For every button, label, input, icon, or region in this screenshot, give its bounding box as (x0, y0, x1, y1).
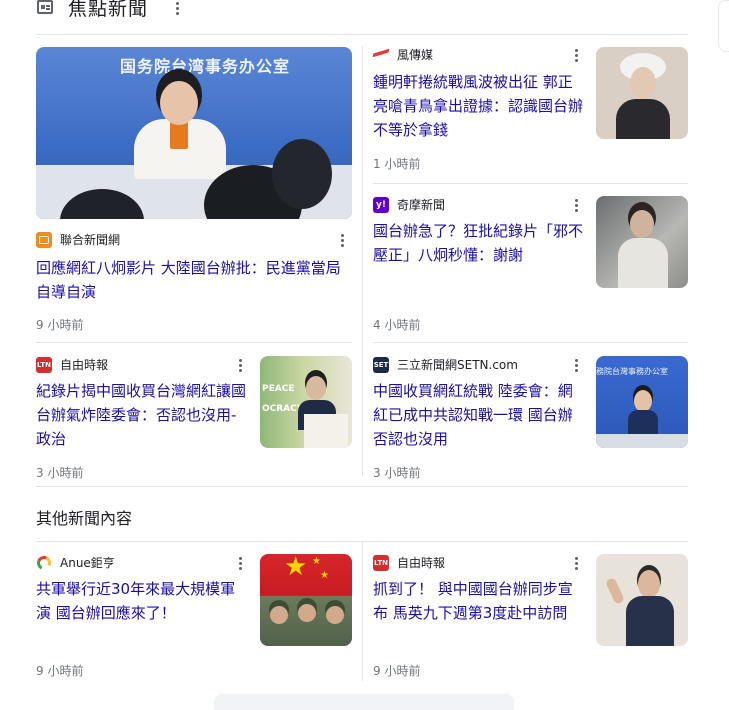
source-name: 風傳媒 (397, 48, 434, 62)
image-text: 務院台灣事務办公室 (596, 367, 668, 376)
story-menu-icon[interactable] (232, 555, 248, 571)
section-title: 焦點新聞 (68, 0, 149, 20)
story-menu-icon[interactable] (568, 47, 584, 63)
story-source: LTN 自由時報 (373, 554, 445, 571)
story-headline[interactable]: 國台辦急了？狂批紀錄片「邪不壓正」八炯秒懂：謝謝 (373, 219, 585, 267)
story-headline[interactable]: 中國收買網紅統戰 陸委會：網紅已成中共認知戰一環 國台辦否認也沒用 (373, 379, 587, 451)
story-menu-icon[interactable] (334, 232, 350, 248)
story-time: 9 小時前 (373, 664, 421, 678)
ltn-logo-icon: LTN (373, 554, 389, 571)
story-headline[interactable]: 抓到了！ 與中國國台辦同步宣布 馬英九下週第3度赴中訪問 (373, 577, 587, 625)
story-time: 3 小時前 (373, 466, 421, 480)
story-thumbnail[interactable] (596, 196, 688, 288)
soldier-head (298, 604, 316, 622)
divider (362, 541, 363, 681)
speaker-body (626, 596, 674, 646)
star-icon: ★ (284, 554, 308, 582)
story-time: 9 小時前 (36, 664, 84, 678)
section-menu-icon[interactable] (169, 0, 185, 16)
podium (596, 434, 688, 448)
story-source: SET 三立新聞網SETN.com (373, 356, 518, 373)
audience-head (272, 139, 332, 209)
story-thumbnail[interactable] (596, 554, 688, 646)
story-time: 3 小時前 (36, 466, 84, 480)
yahoo-logo-icon: y! (373, 196, 389, 213)
star-icon: ★ (320, 570, 329, 581)
person-head (630, 67, 656, 99)
udn-logo-icon (36, 231, 52, 248)
story-thumbnail[interactable]: ★ ★ ★ (260, 554, 352, 646)
divider (362, 46, 363, 476)
story-source: 風傳媒 (372, 46, 434, 63)
divider (373, 342, 688, 343)
star-icon: ★ (312, 556, 321, 567)
speaker-head (634, 390, 652, 412)
source-name: 自由時報 (397, 556, 446, 570)
story-menu-icon[interactable] (568, 357, 584, 373)
speaker-head (160, 81, 198, 125)
anue-logo-icon (35, 553, 53, 572)
story-headline[interactable]: 紀錄片揭中國收買台灣網紅讓國台辦氣炸陸委會：否認也沒用- 政治 (36, 379, 250, 451)
person-body (616, 99, 670, 139)
story-source: Anue鉅亨 (35, 553, 115, 572)
speaker-head (306, 376, 326, 400)
podium (304, 414, 348, 448)
more-news-title: 其他新聞內容 (36, 509, 133, 528)
image-text: PEACE (262, 384, 295, 394)
story-thumbnail[interactable] (596, 47, 688, 139)
story-source: 聯合新聞網 (36, 231, 120, 248)
scroll-hint (214, 694, 514, 710)
story-time: 1 小時前 (373, 157, 421, 171)
story-source: y! 奇摩新聞 (373, 196, 445, 213)
divider (36, 486, 688, 487)
raised-hand (604, 577, 626, 605)
person-head (630, 210, 654, 238)
divider (36, 34, 688, 35)
speaker-head (638, 570, 660, 598)
source-name: 奇摩新聞 (397, 198, 446, 212)
image-banner-text: 国务院台湾事务办公室 (120, 57, 291, 76)
divider (36, 342, 352, 343)
story-menu-icon[interactable] (568, 555, 584, 571)
story-menu-icon[interactable] (232, 357, 248, 373)
source-name: 聯合新聞網 (60, 233, 121, 247)
storm-media-logo-icon (372, 47, 390, 63)
news-icon (37, 0, 53, 14)
story-source: LTN 自由時報 (36, 356, 108, 373)
featured-story-image[interactable]: 国务院台湾事务办公室 (36, 47, 352, 219)
story-headline[interactable]: 共軍舉行近30年來最大規模軍演 國台辦回應來了！ (36, 577, 250, 625)
ltn-logo-icon: LTN (36, 356, 52, 373)
setn-logo-icon: SET (373, 356, 389, 373)
story-menu-icon[interactable] (568, 197, 584, 213)
soldier-head (326, 606, 344, 624)
story-headline[interactable]: 鍾明軒捲統戰風波被出征 郭正亮嗆青鳥拿出證據：認識國台辦不等於拿錢 (373, 70, 585, 142)
story-thumbnail[interactable]: PEACE OCRACY (260, 356, 352, 448)
story-headline[interactable]: 回應網紅八炯影片 大陸國台辦批：民進黨當局自導自演 (36, 256, 352, 304)
story-time: 9 小時前 (36, 318, 84, 332)
speaker-body (628, 410, 658, 434)
story-time: 4 小時前 (373, 318, 421, 332)
story-thumbnail[interactable]: 務院台灣事務办公室 (596, 356, 688, 448)
source-name: Anue鉅亨 (60, 556, 115, 570)
source-name: 自由時報 (60, 358, 109, 372)
source-name: 三立新聞網SETN.com (397, 358, 518, 372)
side-panel-edge (718, 0, 729, 52)
divider (373, 183, 688, 184)
person-body (618, 238, 668, 288)
soldier-head (270, 606, 288, 624)
